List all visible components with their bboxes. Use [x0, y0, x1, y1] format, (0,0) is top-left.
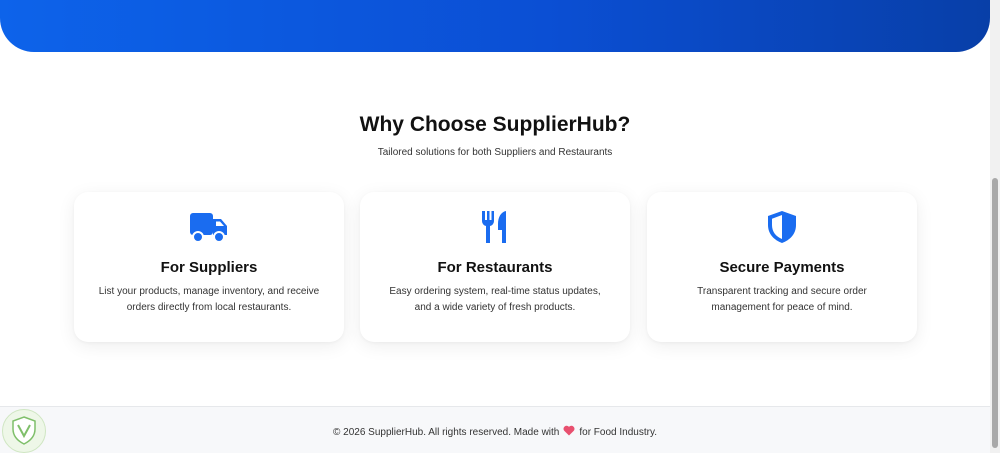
truck-icon — [74, 210, 344, 244]
footer: © 2026 SupplierHub. All rights reserved.… — [0, 406, 990, 453]
footer-copyright: © 2026 SupplierHub. All rights reserved.… — [0, 425, 990, 439]
feature-card-description-line: Easy ordering system, real-time status u… — [389, 286, 601, 297]
utensils-icon — [360, 210, 630, 244]
shield-logo-icon[interactable] — [2, 409, 46, 453]
feature-card-description: Transparent tracking and secure order ma… — [662, 284, 902, 316]
footer-text-after: for Food Industry. — [579, 427, 657, 438]
feature-card-description: Easy ordering system, real-time status u… — [375, 284, 615, 316]
heart-icon — [563, 425, 575, 439]
feature-card-description-line: management for peace of mind. — [711, 302, 853, 313]
page: Why Choose SupplierHub? Tailored solutio… — [0, 0, 1000, 453]
feature-card-title: For Suppliers — [160, 259, 258, 276]
feature-card-title: Secure Payments — [719, 259, 845, 276]
feature-card-description-line: and a wide variety of fresh products. — [414, 302, 576, 313]
feature-card-description-line: List your products, manage inventory, an… — [98, 286, 320, 297]
shield-icon — [647, 210, 917, 244]
feature-card-description: List your products, manage inventory, an… — [89, 284, 329, 316]
footer-text-before: © 2026 SupplierHub. All rights reserved.… — [332, 427, 560, 438]
features-subtitle: Tailored solutions for both Suppliers an… — [377, 147, 613, 158]
feature-card-secure-payments: Secure Payments Transparent tracking and… — [647, 192, 917, 342]
feature-card-restaurants: For Restaurants Easy ordering system, re… — [360, 192, 630, 342]
feature-card-suppliers: For Suppliers List your products, manage… — [74, 192, 344, 342]
scrollbar-thumb[interactable] — [992, 178, 998, 448]
features-title: Why Choose SupplierHub? — [359, 113, 631, 136]
scrollbar[interactable] — [990, 0, 1000, 453]
feature-card-description-line: orders directly from local restaurants. — [126, 302, 292, 313]
feature-card-description-line: Transparent tracking and secure order — [697, 286, 867, 297]
feature-card-title: For Restaurants — [437, 259, 553, 276]
hero-banner-bottom — [0, 0, 990, 52]
